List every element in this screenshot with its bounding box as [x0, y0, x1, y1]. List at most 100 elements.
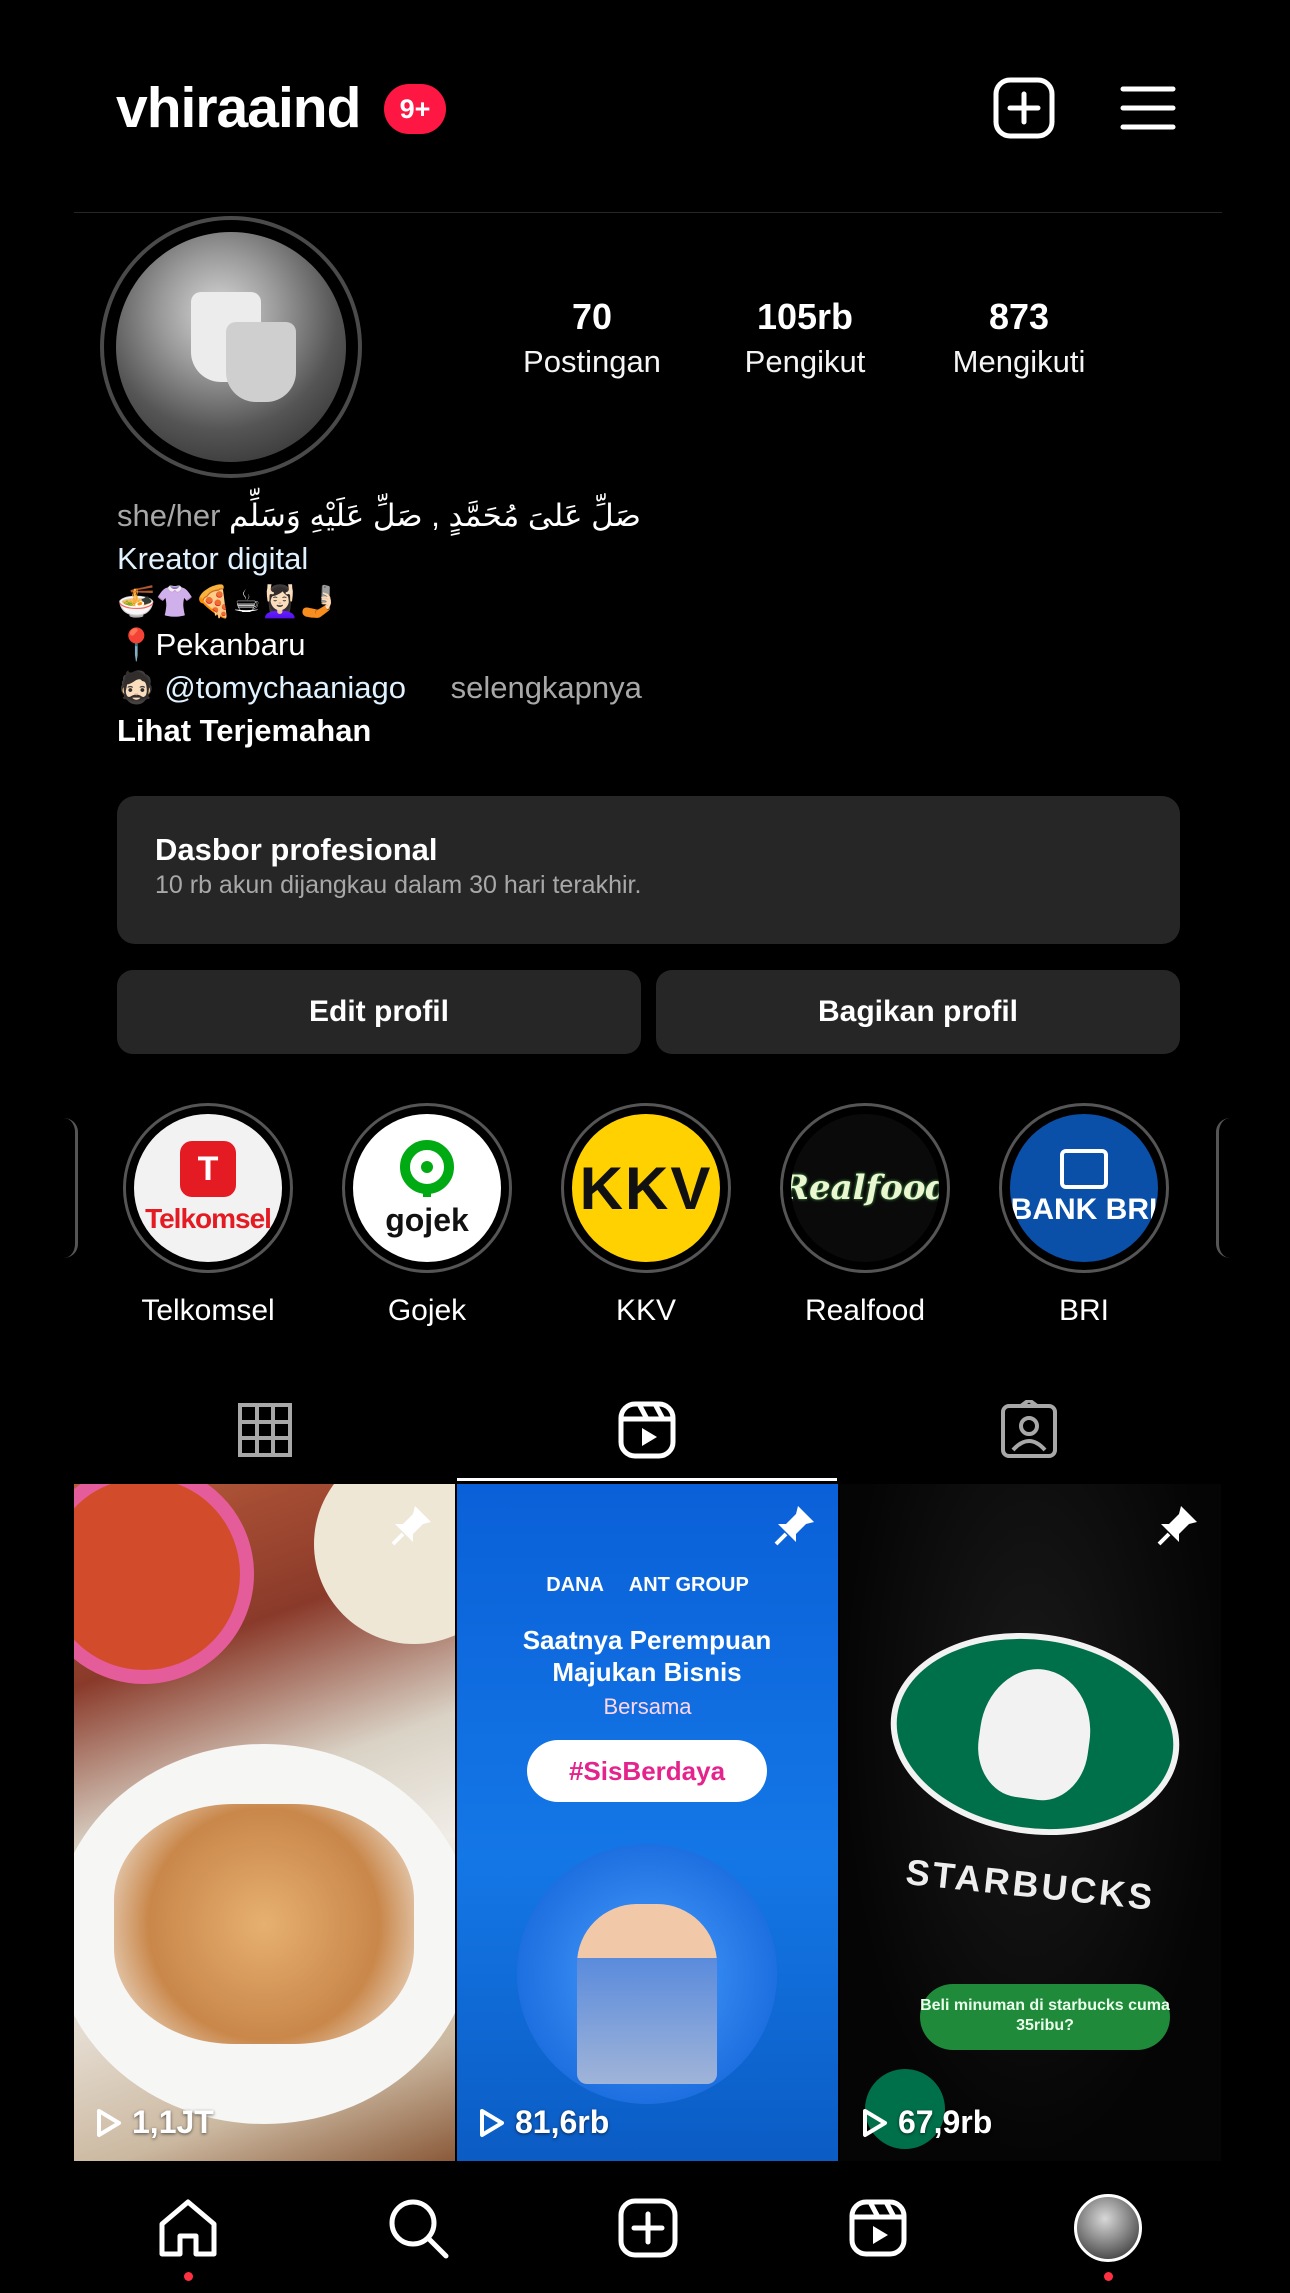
antgroup-logo-text: ANT GROUP [628, 1574, 749, 1596]
gojek-mark-icon [400, 1140, 454, 1197]
stat-value: 105rb [756, 296, 854, 337]
tab-reels[interactable] [456, 1380, 838, 1480]
home-icon [159, 2199, 217, 2257]
highlight-kkv[interactable]: KKV KKV [561, 1103, 731, 1331]
partner-emoji: 🧔🏻 [117, 670, 156, 705]
highlight-gojek[interactable]: gojek Gojek [342, 1103, 512, 1331]
nav-create[interactable] [598, 2193, 698, 2263]
pronouns: she/her [117, 498, 221, 533]
highlight-edge-right [1216, 1118, 1230, 1258]
dashboard-title: Dasbor profesional [155, 832, 438, 867]
reels-icon [849, 2199, 907, 2257]
nav-home-dot [184, 2272, 193, 2281]
search-icon [389, 2199, 449, 2259]
share-profile-button[interactable]: Bagikan profil [656, 970, 1180, 1054]
dana-logo-text: DANA [546, 1574, 604, 1596]
reel-thumbnail[interactable]: DANA ANT GROUP Saatnya Perempuan Majukan… [457, 1484, 838, 2161]
hamburger-icon[interactable] [1108, 70, 1188, 146]
stat-value: 70 [571, 296, 613, 337]
grid-icon [238, 1403, 292, 1457]
bio-category[interactable]: Kreator digital [117, 537, 1117, 580]
translate-link[interactable]: Lihat Terjemahan [117, 709, 1117, 752]
nav-profile[interactable] [1058, 2193, 1158, 2263]
bio-line-1: she/her صَلِّ عَلیَ مُحَمَّدٍ , صَلِّ عَ… [117, 494, 1117, 537]
bio-line-5: 🧔🏻 @tomychaaniago selengkapnya [117, 666, 1117, 709]
stat-followers[interactable]: 105rb Pengikut [705, 292, 905, 382]
pin-icon [389, 1504, 433, 1553]
stat-label: Pengikut [744, 344, 866, 379]
reel-thumbnail[interactable]: 1,1JT [74, 1484, 455, 2161]
plus-square-icon[interactable] [984, 70, 1064, 146]
telkomsel-logo-text: Telkomsel [145, 1203, 272, 1234]
highlight-ring: BANK BRI [999, 1103, 1169, 1273]
pin-icon [772, 1504, 816, 1553]
view-count: 67,9rb [862, 2104, 992, 2141]
reel-people [577, 1904, 717, 2084]
starbucks-logo [877, 1614, 1193, 1854]
tab-grid[interactable] [74, 1380, 456, 1480]
play-icon [480, 2108, 504, 2137]
highlight-realfood[interactable]: Realfood Realfood [780, 1103, 950, 1331]
reel-bowl [314, 1484, 455, 1644]
reel-caption: Beli minuman di starbucks cuma 35ribu? [920, 1984, 1170, 2050]
kkv-logo: KKV [572, 1114, 720, 1262]
more-link[interactable]: selengkapnya [451, 670, 642, 705]
gojek-logo: gojek [353, 1114, 501, 1262]
kkv-logo-text: KKV [579, 1154, 713, 1222]
username[interactable]: vhiraaind [116, 70, 361, 146]
mention-link[interactable]: @tomychaaniago [164, 670, 406, 705]
professional-dashboard[interactable]: Dasbor profesional 10 rb akun dijangkau … [117, 796, 1180, 944]
bio-arabic: صَلِّ عَلیَ مُحَمَّدٍ , صَلِّ عَلَيْهِ و… [229, 498, 641, 533]
stat-value: 873 [988, 296, 1050, 337]
highlight-label: KKV [615, 1294, 677, 1327]
highlight-label: Gojek [387, 1294, 467, 1327]
dashboard-subtitle: 10 rb akun dijangkau dalam 30 hari terak… [155, 871, 642, 899]
reel-hashtag: #SisBerdaya [527, 1740, 767, 1802]
notification-badge[interactable]: 9+ [384, 84, 446, 134]
stat-following[interactable]: 873 Mengikuti [919, 292, 1119, 382]
realfood-logo: Realfood [791, 1114, 939, 1262]
highlight-label: BRI [1058, 1294, 1109, 1327]
highlight-label: Realfood [804, 1294, 926, 1327]
stat-label: Postingan [523, 344, 661, 379]
bri-mark-icon [1060, 1149, 1108, 1189]
nav-search[interactable] [368, 2193, 468, 2263]
stat-posts[interactable]: 70 Postingan [492, 292, 692, 382]
realfood-logo-text: Realfood [791, 1168, 939, 1208]
profile-avatar[interactable] [100, 216, 362, 478]
view-count-text: 1,1JT [132, 2104, 214, 2140]
reels-icon [618, 1401, 676, 1459]
bio-location: 📍Pekanbaru [117, 627, 306, 662]
tagged-icon [1001, 1400, 1057, 1458]
bio-emojis: 🍜👚🍕☕💆🏻‍♀️🤳🏻 [117, 584, 338, 619]
edit-profile-button[interactable]: Edit profil [117, 970, 641, 1054]
highlight-telkomsel[interactable]: T Telkomsel Telkomsel [123, 1103, 293, 1331]
nav-profile-dot [1104, 2272, 1113, 2281]
profile-bio: she/her صَلِّ عَلیَ مُحَمَّدٍ , صَلِّ عَ… [117, 494, 1117, 752]
profile-avatar [1074, 2194, 1142, 2262]
avatar-photo [116, 232, 346, 462]
play-icon [97, 2108, 121, 2137]
telkomsel-mark-icon: T [180, 1141, 236, 1197]
highlight-label: Telkomsel [141, 1294, 275, 1327]
highlight-ring: gojek [342, 1103, 512, 1273]
reel-headline: Saatnya Perempuan Majukan Bisnis [522, 1625, 772, 1687]
view-count: 81,6rb [479, 2104, 609, 2141]
stat-label: Mengikuti [952, 344, 1086, 379]
highlight-bri[interactable]: BANK BRI BRI [999, 1103, 1169, 1331]
telkomsel-logo: T Telkomsel [134, 1114, 282, 1262]
nav-reels[interactable] [828, 2193, 928, 2263]
reel-bowl [74, 1484, 254, 1684]
reel-subheadline: Bersama [603, 1694, 692, 1719]
view-count: 1,1JT [96, 2104, 214, 2141]
active-tab-indicator [457, 1478, 837, 1481]
play-icon [863, 2108, 887, 2137]
tab-tagged[interactable] [838, 1380, 1220, 1480]
header-divider [74, 212, 1222, 213]
reel-thumbnail[interactable]: STARBUCKS Beli minuman di starbucks cuma… [840, 1484, 1221, 2161]
highlight-edge-left [64, 1118, 78, 1258]
highlight-ring: Realfood [780, 1103, 950, 1273]
nav-home[interactable] [138, 2193, 238, 2263]
starbucks-wordmark: STARBUCKS [903, 1851, 1158, 1918]
avatar-cup [226, 322, 296, 402]
